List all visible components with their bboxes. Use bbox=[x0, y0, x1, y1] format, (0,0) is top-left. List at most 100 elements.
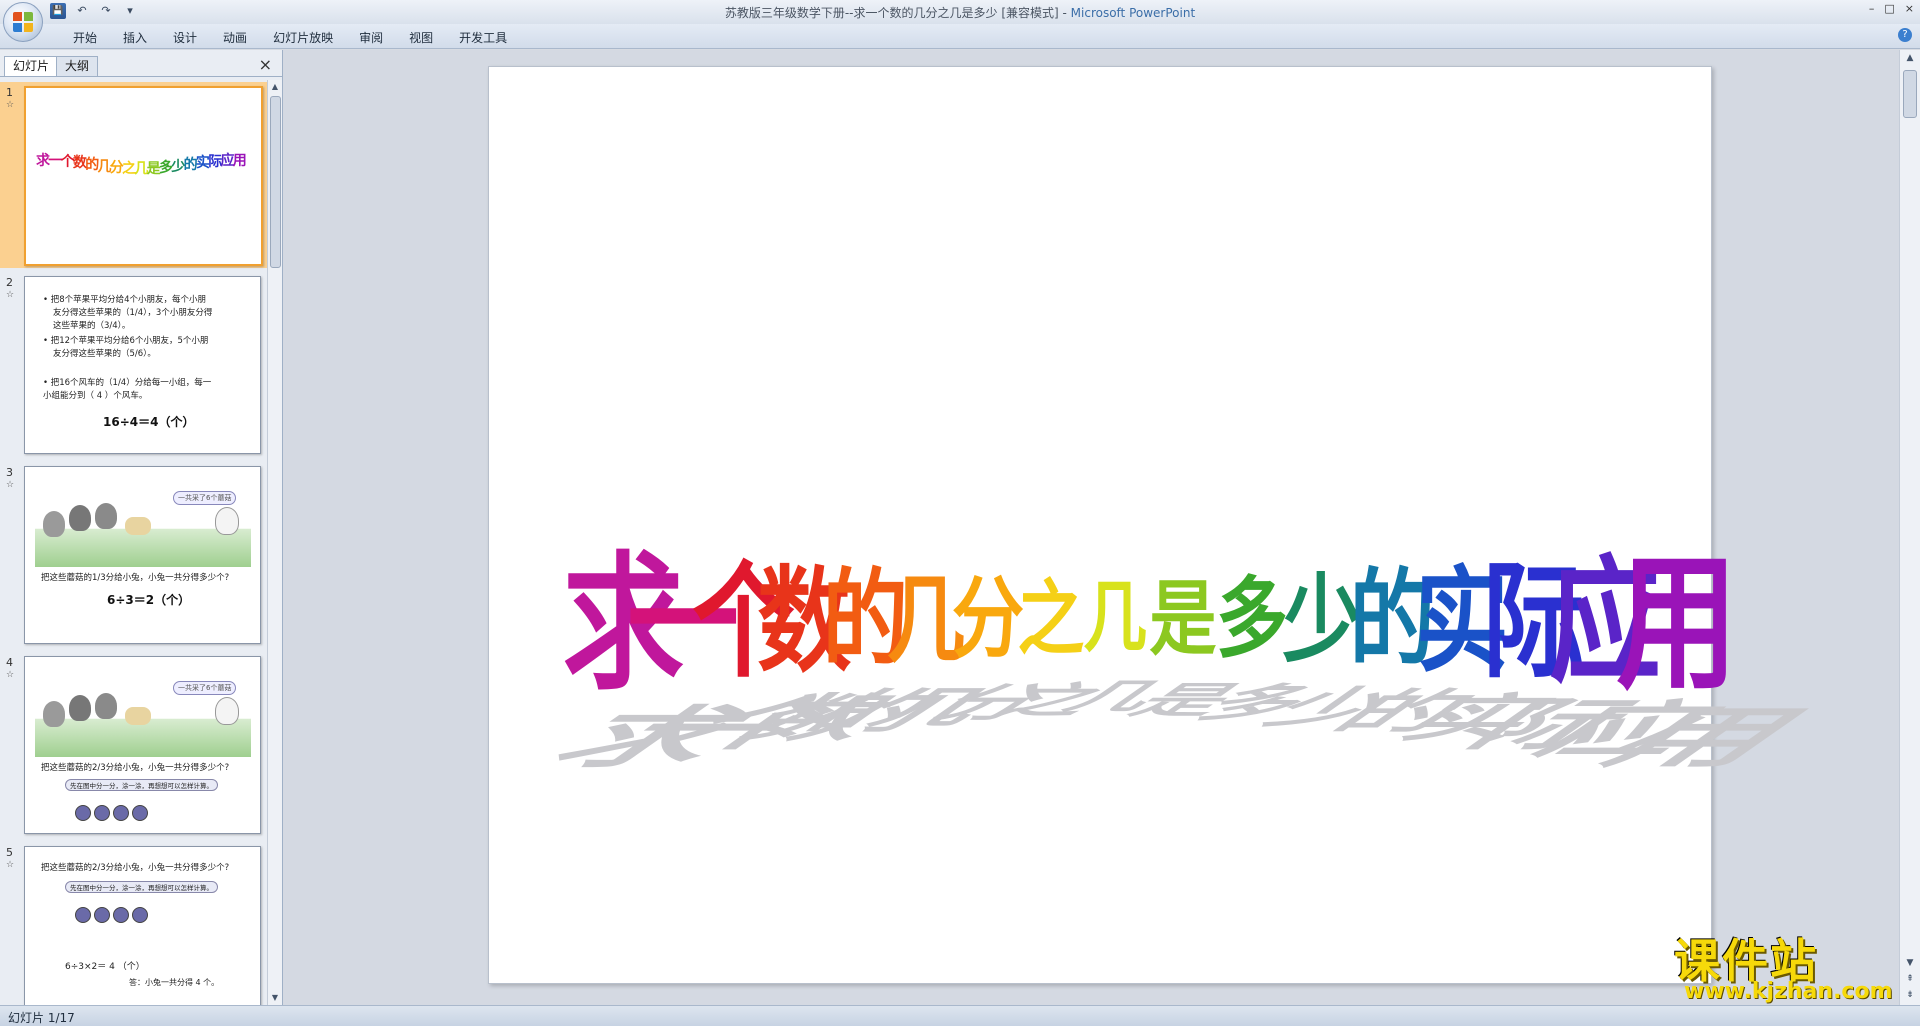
slide-thumbnails: 1 ☆ 求一个数的几分之几是多少的实际应用 2 ☆ • 把8个苹果平均分给4个小… bbox=[0, 80, 268, 1005]
slide-number: 2 bbox=[6, 276, 13, 289]
window-controls: – □ × bbox=[1869, 2, 1914, 15]
rabbit-icon bbox=[95, 693, 117, 719]
slide-thumbnail-row-4[interactable]: 4 ☆ 一共采了6个蘑菇 把这些蘑菇的2/3分给小兔，小兔一共分得多少个? 先在… bbox=[0, 652, 268, 838]
speech-bubble: 一共采了6个蘑菇 bbox=[173, 491, 237, 505]
ribbon: 开始 插入 设计 动画 幻灯片放映 审阅 视图 开发工具 ? bbox=[0, 24, 1920, 49]
thumb-text: • 把8个苹果平均分给4个小朋友，每个小朋 bbox=[43, 295, 207, 305]
thumb-question: 把这些蘑菇的1/3分给小兔，小兔一共分得多少个? bbox=[41, 573, 230, 583]
previous-slide-icon[interactable]: ⇞ bbox=[1900, 971, 1920, 987]
thumb-text: 友分得这些苹果的（1/4），3个小朋友分得 bbox=[53, 308, 213, 318]
minimize-button[interactable]: – bbox=[1869, 2, 1875, 15]
thumb-equation: 6÷3×2＝ 4 （个） bbox=[65, 962, 145, 972]
tab-review[interactable]: 审阅 bbox=[346, 29, 396, 46]
thumb-question: 把这些蘑菇的2/3分给小兔，小兔一共分得多少个? bbox=[41, 863, 230, 873]
rabbit-icon bbox=[43, 511, 65, 537]
slide-thumbnail-row-3[interactable]: 3 ☆ 一共采了6个蘑菇 把这些蘑菇的1/3分给小兔，小兔一共分得多少个? 6÷… bbox=[0, 462, 268, 648]
watermark-url: www.kjzhan.com bbox=[1684, 979, 1893, 1004]
editor-scrollbar[interactable]: ▲ ▼ ⇞ ⇟ bbox=[1899, 50, 1920, 1005]
thumb-wordart-character: 用 bbox=[232, 153, 247, 169]
rabbits-illustration: 一共采了6个蘑菇 bbox=[35, 481, 251, 567]
title-bar: 💾 ↶ ↷ ▾ 苏教版三年级数学下册--求一个数的几分之几是多少 [兼容模式] … bbox=[0, 0, 1920, 25]
rabbit-icon bbox=[215, 697, 239, 725]
tab-view[interactable]: 视图 bbox=[396, 29, 446, 46]
office-button[interactable] bbox=[3, 2, 43, 42]
scroll-down-icon[interactable]: ▼ bbox=[268, 991, 282, 1005]
thumb-text: 这些苹果的（3/4）。 bbox=[53, 321, 131, 331]
slide-title-wordart[interactable]: 求求一一个个数数的的几几分分之之几几是是多多少少的的实实际际应应用用 bbox=[524, 367, 1838, 777]
ribbon-tabs: 开始 插入 设计 动画 幻灯片放映 审阅 视图 开发工具 bbox=[60, 29, 520, 46]
rabbit-icon bbox=[69, 695, 91, 721]
slide-thumbnail[interactable]: 把这些蘑菇的2/3分给小兔，小兔一共分得多少个? 先在图中分一分，涂一涂，再想想… bbox=[24, 846, 261, 1005]
tab-developer[interactable]: 开发工具 bbox=[446, 29, 520, 46]
basket-icon bbox=[125, 707, 151, 725]
thumb-hint: 先在图中分一分，涂一涂，再想想可以怎样计算。 bbox=[65, 881, 218, 893]
app-name: Microsoft PowerPoint bbox=[1070, 6, 1196, 20]
thumbnails-scrollbar[interactable]: ▲ ▼ bbox=[267, 80, 282, 1005]
document-title: 苏教版三年级数学下册--求一个数的几分之几是多少 [兼容模式] bbox=[724, 6, 1059, 20]
slides-pane: 幻灯片 大纲 × 1 ☆ 求一个数的几分之几是多少的实际应用 2 ☆ • 把8个… bbox=[0, 50, 283, 1005]
scrollbar-thumb[interactable] bbox=[270, 96, 281, 268]
tab-insert[interactable]: 插入 bbox=[110, 29, 160, 46]
speech-bubble: 一共采了6个蘑菇 bbox=[173, 681, 237, 695]
slide-number: 3 bbox=[6, 466, 13, 479]
scroll-down-icon[interactable]: ▼ bbox=[1900, 955, 1920, 971]
tab-outline[interactable]: 大纲 bbox=[56, 56, 99, 76]
animation-star-icon: ☆ bbox=[6, 480, 15, 490]
slide-thumbnail[interactable]: 一共采了6个蘑菇 把这些蘑菇的1/3分给小兔，小兔一共分得多少个? 6÷3＝2（… bbox=[24, 466, 261, 644]
pane-close-icon[interactable]: × bbox=[259, 56, 272, 74]
thumb-title-wordart: 求一个数的几分之几是多少的实际应用 bbox=[36, 148, 251, 188]
status-bar: 幻灯片 1/17 bbox=[0, 1005, 1920, 1026]
tab-design[interactable]: 设计 bbox=[160, 29, 210, 46]
pane-tabs: 幻灯片 大纲 × bbox=[0, 54, 282, 77]
thumb-text: • 把16个风车的（1/4）分给每一小组，每一 bbox=[43, 378, 212, 388]
help-icon[interactable]: ? bbox=[1898, 28, 1912, 42]
tab-slides[interactable]: 幻灯片 bbox=[4, 56, 59, 76]
slide-thumbnail-row-1[interactable]: 1 ☆ 求一个数的几分之几是多少的实际应用 bbox=[0, 82, 268, 268]
slide-number: 4 bbox=[6, 656, 13, 669]
tab-home[interactable]: 开始 bbox=[60, 29, 110, 46]
slide-thumbnail-row-2[interactable]: 2 ☆ • 把8个苹果平均分给4个小朋友，每个小朋 友分得这些苹果的（1/4），… bbox=[0, 272, 268, 458]
thumb-answer: 答：小兔一共分得 4 个。 bbox=[129, 978, 220, 987]
close-button[interactable]: × bbox=[1905, 2, 1914, 15]
scroll-up-icon[interactable]: ▲ bbox=[1900, 50, 1920, 66]
animation-star-icon: ☆ bbox=[6, 860, 15, 870]
next-slide-icon[interactable]: ⇟ bbox=[1900, 987, 1920, 1003]
slide-thumbnail[interactable]: 求一个数的几分之几是多少的实际应用 bbox=[24, 86, 263, 266]
window-title: 苏教版三年级数学下册--求一个数的几分之几是多少 [兼容模式] - Micros… bbox=[0, 4, 1920, 21]
thumb-text: 小组能分到（ 4 ）个风车。 bbox=[43, 391, 148, 401]
animation-star-icon: ☆ bbox=[6, 100, 15, 110]
slide-number: 5 bbox=[6, 846, 13, 859]
scroll-up-icon[interactable]: ▲ bbox=[268, 80, 282, 94]
rabbits-illustration: 一共采了6个蘑菇 bbox=[35, 671, 251, 757]
slide-thumbnail[interactable]: • 把8个苹果平均分给4个小朋友，每个小朋 友分得这些苹果的（1/4），3个小朋… bbox=[24, 276, 261, 454]
tab-slideshow[interactable]: 幻灯片放映 bbox=[260, 29, 346, 46]
wordart-character: 几 bbox=[1083, 572, 1148, 664]
thumb-text: 友分得这些苹果的（5/6）。 bbox=[53, 349, 156, 359]
wordart-character: 之 bbox=[1017, 571, 1085, 668]
slide-thumbnail[interactable]: 一共采了6个蘑菇 把这些蘑菇的2/3分给小兔，小兔一共分得多少个? 先在图中分一… bbox=[24, 656, 261, 834]
mushroom-circles bbox=[75, 907, 148, 923]
rabbit-icon bbox=[43, 701, 65, 727]
animation-star-icon: ☆ bbox=[6, 670, 15, 680]
thumb-hint: 先在图中分一分，涂一涂，再想想可以怎样计算。 bbox=[65, 779, 218, 791]
office-logo-icon bbox=[13, 12, 33, 32]
current-slide[interactable]: 求求一一个个数数的的几几分分之之几几是是多多少少的的实实际际应应用用 bbox=[488, 66, 1838, 984]
mushroom-circles bbox=[75, 805, 148, 821]
thumb-question: 把这些蘑菇的2/3分给小兔，小兔一共分得多少个? bbox=[41, 763, 230, 773]
scrollbar-thumb[interactable] bbox=[1903, 70, 1917, 118]
thumb-text: • 把12个苹果平均分给6个小朋友，5个小朋 bbox=[43, 336, 209, 346]
rabbit-icon bbox=[215, 507, 239, 535]
slide-thumbnail-row-5[interactable]: 5 ☆ 把这些蘑菇的2/3分给小兔，小兔一共分得多少个? 先在图中分一分，涂一涂… bbox=[0, 842, 268, 1005]
animation-star-icon: ☆ bbox=[6, 290, 15, 300]
wordart-character: 分 bbox=[952, 565, 1025, 670]
rabbit-icon bbox=[95, 503, 117, 529]
maximize-button[interactable]: □ bbox=[1884, 2, 1894, 15]
title-separator: - bbox=[1058, 6, 1071, 20]
thumb-equation: 16÷4＝4（个） bbox=[103, 415, 195, 429]
thumb-equation: 6÷3＝2（个） bbox=[107, 593, 191, 607]
basket-icon bbox=[125, 517, 151, 535]
slide-counter: 幻灯片 1/17 bbox=[8, 1011, 75, 1025]
tab-animations[interactable]: 动画 bbox=[210, 29, 260, 46]
slide-number: 1 bbox=[6, 86, 13, 99]
wordart-character: 是 bbox=[1149, 571, 1217, 668]
